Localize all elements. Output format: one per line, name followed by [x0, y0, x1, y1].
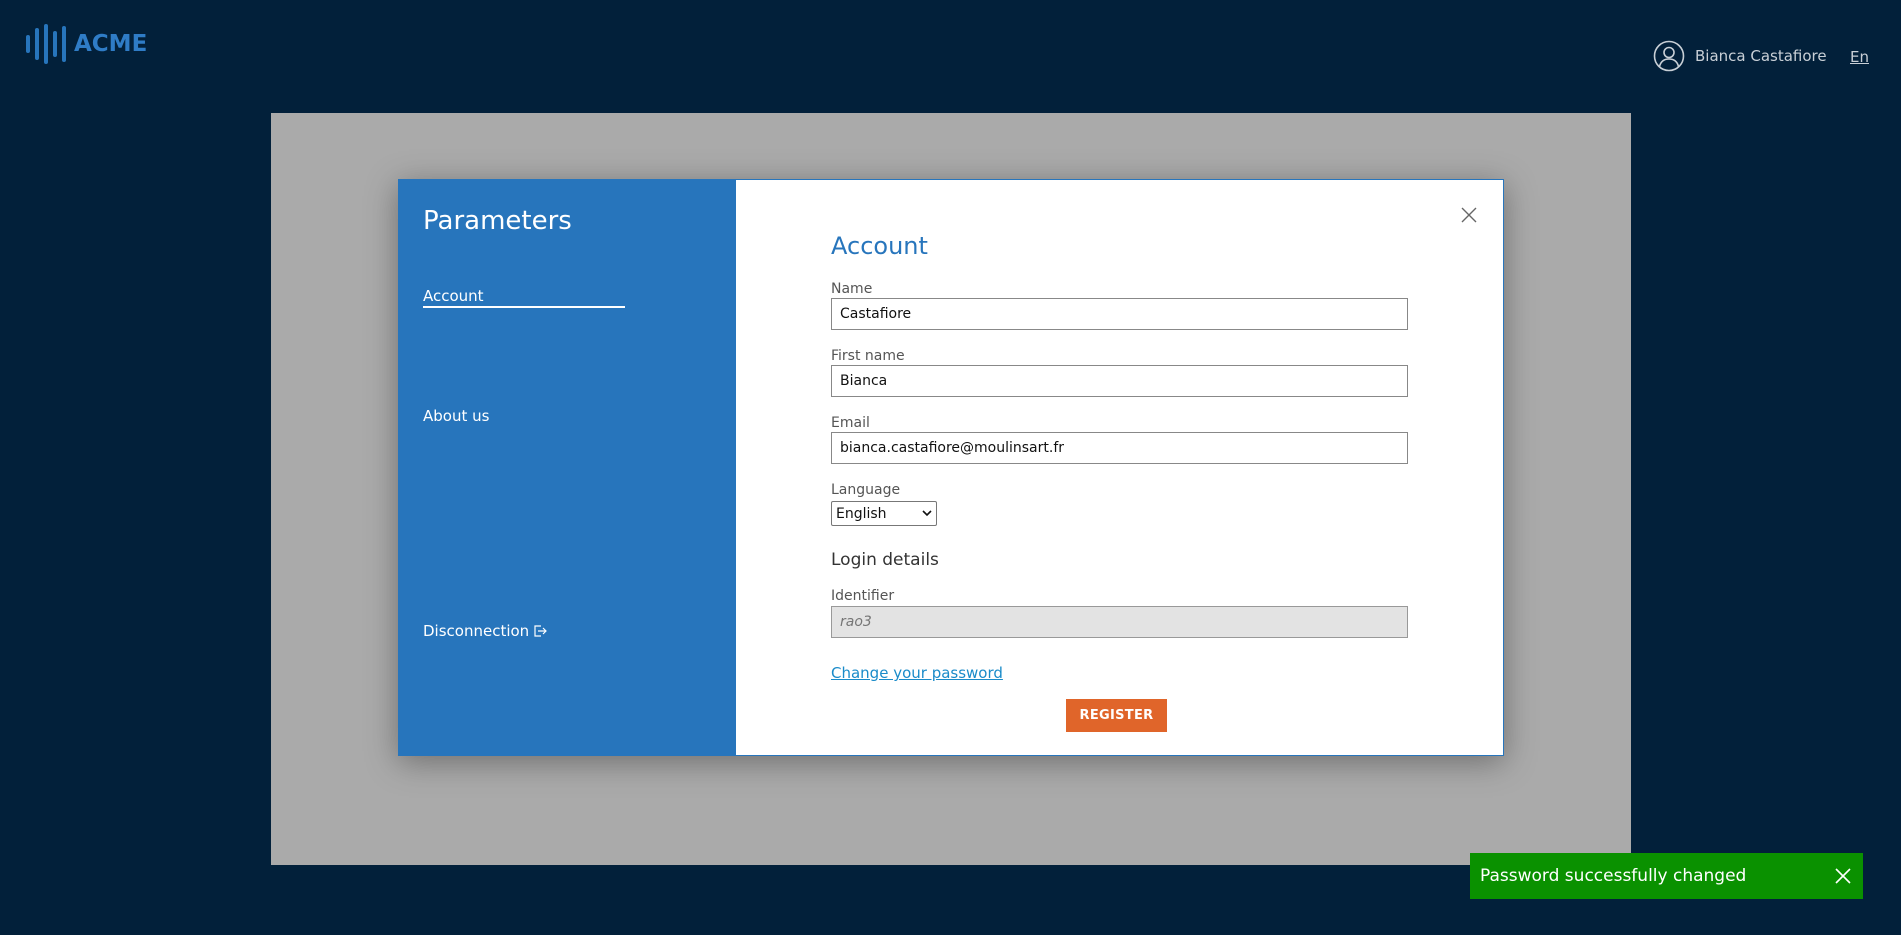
modal-content: Account Name First name Email Language E…: [736, 180, 1503, 755]
language-switch[interactable]: En: [1850, 48, 1869, 66]
language-label: Language: [831, 482, 901, 498]
modal-sidebar: Parameters Account About us Disconnectio…: [399, 180, 736, 755]
user-name: Bianca Castafiore: [1695, 47, 1827, 65]
identifier-input: [831, 606, 1408, 638]
sidebar-title: Parameters: [423, 206, 572, 236]
first-name-label: First name: [831, 348, 905, 364]
language-select[interactable]: English: [831, 501, 937, 526]
logo-icon: [26, 24, 66, 64]
success-toast: Password successfully changed: [1470, 853, 1863, 899]
chevron-down-icon: [922, 510, 932, 517]
email-input[interactable]: [831, 432, 1408, 464]
acme-logo[interactable]: ACME: [26, 24, 147, 64]
toast-message: Password successfully changed: [1480, 866, 1747, 886]
close-icon[interactable]: [1833, 866, 1853, 886]
section-title: Account: [831, 232, 928, 260]
user-menu[interactable]: Bianca Castafiore: [1653, 40, 1827, 72]
change-password-link[interactable]: Change your password: [831, 664, 1003, 682]
close-icon[interactable]: [1460, 206, 1478, 224]
name-input[interactable]: [831, 298, 1408, 330]
email-label: Email: [831, 415, 870, 431]
first-name-input[interactable]: [831, 365, 1408, 397]
disconnection-label: Disconnection: [423, 622, 530, 640]
identifier-label: Identifier: [831, 588, 895, 604]
logout-icon: [534, 625, 548, 637]
user-avatar-icon: [1653, 40, 1685, 72]
sidebar-item-account[interactable]: Account: [423, 287, 625, 308]
name-label: Name: [831, 281, 873, 297]
login-details-heading: Login details: [831, 550, 939, 570]
logo-text: ACME: [74, 31, 148, 57]
parameters-modal: Parameters Account About us Disconnectio…: [398, 179, 1504, 756]
sidebar-item-about-us[interactable]: About us: [423, 407, 489, 425]
language-select-value: English: [836, 505, 887, 522]
sidebar-item-disconnection[interactable]: Disconnection: [423, 622, 548, 640]
register-button[interactable]: REGISTER: [1066, 699, 1167, 732]
